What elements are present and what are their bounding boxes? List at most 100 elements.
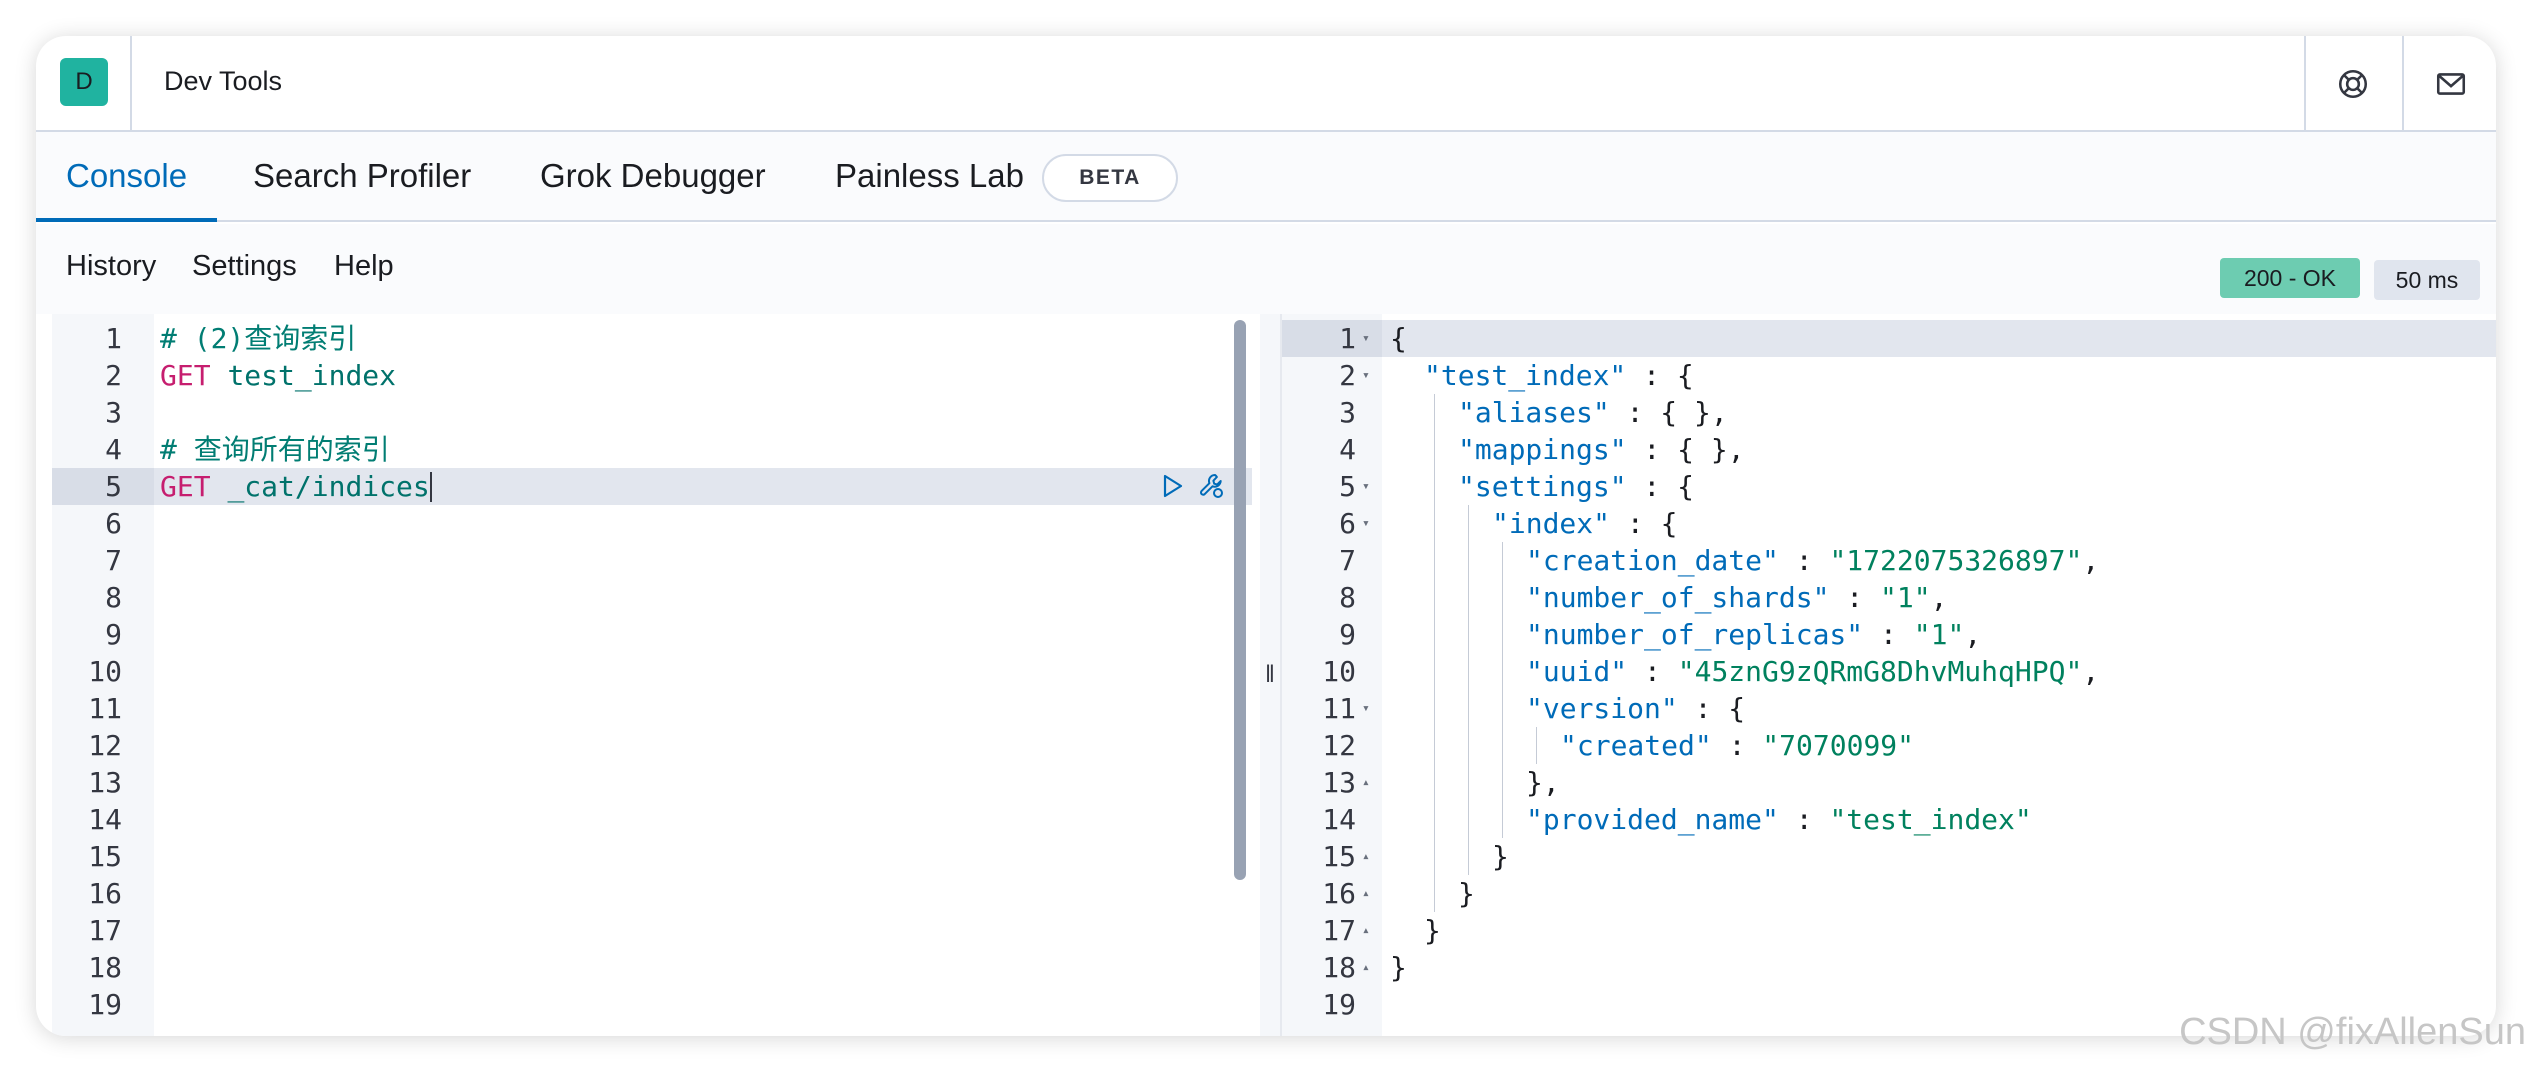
- fold-close-icon[interactable]: ▴: [1362, 838, 1370, 875]
- line-number: 10: [1322, 655, 1356, 688]
- request-code-line[interactable]: GET test_index: [154, 357, 1252, 394]
- request-code-line[interactable]: [154, 394, 1252, 431]
- watermark: CSDN @fixAllenSun: [2179, 1011, 2526, 1053]
- line-number: 5: [1339, 470, 1356, 503]
- line-number: 8: [105, 581, 122, 614]
- json-string: "45znG9zQRmG8DhvMuhqHPQ": [1677, 655, 2083, 688]
- line-number: 10: [88, 655, 122, 688]
- json-key: "index": [1492, 507, 1611, 540]
- request-code-line[interactable]: [154, 727, 1252, 764]
- history-link[interactable]: History: [66, 250, 156, 283]
- indent-guide: [1434, 653, 1435, 690]
- line-number: 13: [1322, 766, 1356, 799]
- fold-open-icon[interactable]: ▾: [1362, 468, 1370, 505]
- console-toolbar: History Settings Help: [36, 224, 2496, 314]
- http-method: GET: [160, 470, 211, 503]
- tab-search-profiler[interactable]: Search Profiler: [253, 132, 471, 222]
- response-code-line: "provided_name" : "test_index": [1382, 801, 2496, 838]
- panel-resizer[interactable]: ‖: [1260, 314, 1280, 1036]
- indent-guide: [1502, 801, 1503, 838]
- fold-close-icon[interactable]: ▴: [1362, 875, 1370, 912]
- fold-open-icon[interactable]: ▾: [1362, 690, 1370, 727]
- json-punctuation: }: [1492, 840, 1509, 873]
- response-code-line: "uuid" : "45znG9zQRmG8DhvMuhqHPQ",: [1382, 653, 2496, 690]
- json-punctuation: :: [1829, 581, 1881, 614]
- json-punctuation: }: [1424, 914, 1441, 947]
- tab-grok-debugger[interactable]: Grok Debugger: [540, 132, 766, 222]
- indent-guide: [1434, 394, 1435, 431]
- request-code-line[interactable]: [154, 690, 1252, 727]
- response-code-line: }: [1382, 875, 2496, 912]
- fold-open-icon[interactable]: ▾: [1362, 320, 1370, 357]
- json-key: "number_of_replicas": [1526, 618, 1864, 651]
- json-punctuation: : {: [1610, 507, 1678, 540]
- comment-text: # (2)查询索引: [160, 322, 357, 355]
- page-title: Dev Tools: [164, 66, 283, 96]
- settings-link[interactable]: Settings: [192, 250, 297, 283]
- indent-guide: [1468, 616, 1469, 653]
- request-code-line[interactable]: [154, 875, 1252, 912]
- request-code-line[interactable]: [154, 764, 1252, 801]
- mail-icon: [2436, 73, 2466, 95]
- request-code-line[interactable]: [154, 579, 1252, 616]
- response-editor[interactable]: 1 ▾ 2 ▾ 3 4 5 ▾ 6 ▾ 7 8 9 10 11 ▾ 12 13 ▴ 14 15 ▴ 16 ▴ 17 ▴ 18 ▴ 19 …: [1280, 314, 2496, 1036]
- tab-console[interactable]: Console: [36, 132, 218, 222]
- indent-guide: [1434, 579, 1435, 616]
- wrench-icon[interactable]: [1198, 472, 1226, 500]
- indent-guide: [1434, 542, 1435, 579]
- indent-guide: [1502, 542, 1503, 579]
- line-number: 1: [1339, 322, 1356, 355]
- indent-guide: [1502, 690, 1503, 727]
- help-link[interactable]: Help: [334, 250, 394, 283]
- request-code-line[interactable]: [154, 838, 1252, 875]
- newsfeed-button[interactable]: [2402, 36, 2496, 132]
- send-request-icon[interactable]: [1158, 472, 1186, 500]
- fold-open-icon[interactable]: ▾: [1362, 357, 1370, 394]
- json-punctuation: ,: [2082, 655, 2100, 688]
- request-code-area[interactable]: # (2)查询索引 GET test_index # 查询所有的索引 GET _cat…: [154, 314, 1252, 1036]
- request-code-line[interactable]: [154, 912, 1252, 949]
- response-code-line: "index" : {: [1382, 505, 2496, 542]
- dev-tools-window: D Dev Tools Console Search Profiler Grok…: [36, 36, 2496, 1036]
- json-string: "1": [1880, 581, 1931, 614]
- request-code-line[interactable]: [154, 801, 1252, 838]
- fold-close-icon[interactable]: ▴: [1362, 764, 1370, 801]
- line-number: 19: [88, 988, 122, 1021]
- request-editor-scrollbar[interactable]: [1234, 320, 1246, 880]
- fold-close-icon[interactable]: ▴: [1362, 912, 1370, 949]
- fold-open-icon[interactable]: ▾: [1362, 505, 1370, 542]
- request-code-line[interactable]: [154, 616, 1252, 653]
- response-code-line: },: [1382, 764, 2496, 801]
- request-actions: [1158, 472, 1226, 500]
- request-code-line[interactable]: # 查询所有的索引: [154, 431, 1252, 468]
- indent-guide: [1434, 801, 1435, 838]
- help-button[interactable]: [2304, 36, 2400, 132]
- response-code-line: "version" : {: [1382, 690, 2496, 727]
- json-punctuation: : { },: [1609, 396, 1728, 429]
- fold-close-icon[interactable]: ▴: [1362, 949, 1370, 986]
- indent-guide: [1502, 727, 1503, 764]
- request-code-line[interactable]: [154, 986, 1252, 1023]
- json-string: "1": [1913, 618, 1965, 651]
- json-string: "test_index": [1829, 803, 2032, 836]
- json-key: "settings": [1458, 470, 1627, 503]
- request-editor[interactable]: 1 2 3 4 5 6 7 8 9 10 11 12 13 14 15 16 17 18 19 # (2)查询索引 G…: [52, 314, 1252, 1036]
- request-code-line[interactable]: [154, 505, 1252, 542]
- app-avatar-icon[interactable]: D: [60, 58, 108, 106]
- request-code-line[interactable]: [154, 949, 1252, 986]
- json-punctuation: ,: [2082, 544, 2100, 577]
- request-code-line[interactable]: [154, 653, 1252, 690]
- json-punctuation: :: [1778, 544, 1830, 577]
- request-code-line[interactable]: GET _cat/indices: [154, 468, 1252, 505]
- tab-painless-lab[interactable]: Painless Lab: [835, 132, 1024, 222]
- indent-guide: [1536, 727, 1537, 764]
- json-key: "version": [1526, 692, 1678, 725]
- line-number: 18: [1322, 951, 1356, 984]
- indent-guide: [1434, 505, 1435, 542]
- line-number: 2: [105, 359, 122, 392]
- request-code-line[interactable]: [154, 542, 1252, 579]
- line-number: 16: [1322, 877, 1356, 910]
- request-code-line[interactable]: # (2)查询索引: [154, 320, 1252, 357]
- indent-guide: [1434, 727, 1435, 764]
- indent-guide: [1502, 579, 1503, 616]
